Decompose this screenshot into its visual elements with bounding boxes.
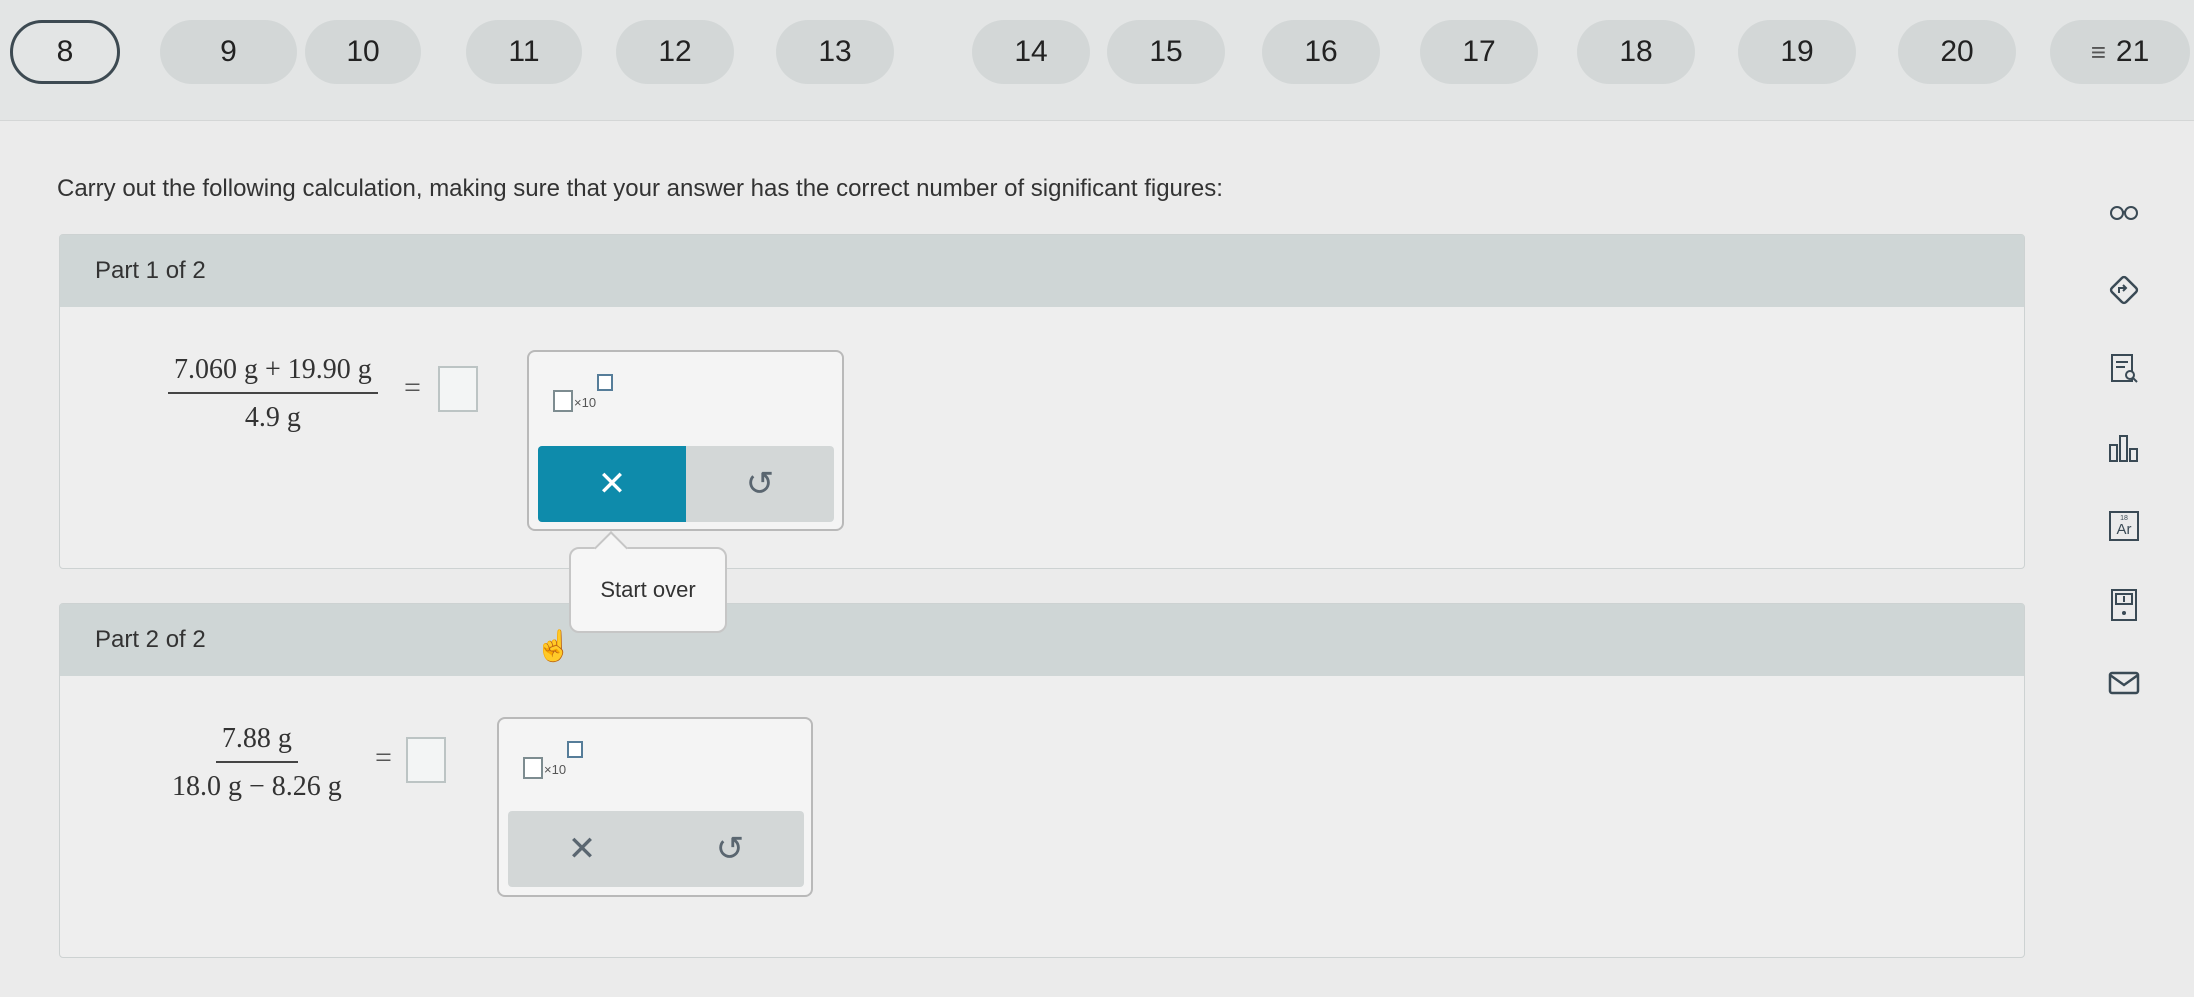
coefficient-box [553, 390, 573, 412]
fraction-denominator: 4.9 g [244, 402, 301, 433]
question-number: 11 [508, 35, 540, 68]
tooltip-text: Start over [600, 577, 696, 602]
fraction-denominator: 18.0 g − 8.26 g [172, 771, 342, 802]
question-number: 13 [818, 35, 852, 68]
part-2-answer-widget: ×10 ✕ ↺ [497, 717, 813, 897]
question-number: 10 [346, 35, 380, 68]
start-over-button[interactable]: ✕ [538, 446, 686, 522]
part-2-fraction: 7.88 g 18.0 g − 8.26 g [172, 723, 342, 803]
part-1-answer-input[interactable] [438, 366, 478, 412]
question-number: 17 [1462, 35, 1496, 68]
part-title: Part 2 of 2 [95, 626, 206, 653]
question-prompt: Carry out the following calculation, mak… [57, 175, 1223, 202]
exponent-box [597, 374, 614, 391]
equals-sign: = [404, 371, 421, 404]
question-15-button[interactable]: 15 [1107, 20, 1225, 84]
question-12-button[interactable]: 12 [616, 20, 734, 84]
sci-notation-button[interactable]: ×10 [553, 374, 614, 412]
fraction-numerator: 7.060 g + 19.90 g [168, 354, 378, 394]
coefficient-box [523, 757, 543, 779]
question-20-button[interactable]: 20 [1898, 20, 2016, 84]
question-number: 20 [1940, 35, 1974, 68]
periodic-element-icon[interactable]: 18 Ar [2105, 507, 2143, 545]
question-menu-button[interactable]: ≡ 21 [2050, 20, 2190, 84]
part-2-widget-buttons: ✕ ↺ [508, 811, 804, 887]
notes-search-icon[interactable] [2105, 350, 2143, 388]
part-1-fraction: 7.060 g + 19.90 g 4.9 g [168, 354, 378, 434]
question-number: 14 [1014, 35, 1048, 68]
fraction-numerator: 7.88 g [215, 723, 298, 763]
element-symbol: Ar [2116, 521, 2132, 538]
undo-icon: ↺ [745, 465, 775, 503]
question-11-button[interactable]: 11 [466, 20, 582, 84]
question-number: 21 [2115, 35, 2150, 68]
menu-lines-icon: ≡ [2090, 36, 2106, 67]
question-number: 16 [1304, 35, 1338, 68]
compass-arrow-icon[interactable] [2105, 271, 2143, 309]
question-17-button[interactable]: 17 [1420, 20, 1538, 84]
undo-icon: ↺ [715, 830, 745, 868]
question-16-button[interactable]: 16 [1262, 20, 1380, 84]
question-number: 18 [1619, 35, 1653, 68]
undo-button[interactable]: ↺ [686, 446, 834, 522]
calculator-icon[interactable] [2105, 586, 2143, 624]
equals-sign: = [375, 741, 392, 774]
undo-button[interactable]: ↺ [656, 811, 804, 887]
question-19-button[interactable]: 19 [1738, 20, 1856, 84]
start-over-tooltip: Start over [569, 531, 727, 633]
question-number: 8 [56, 35, 74, 68]
part-1-header: Part 1 of 2 [60, 235, 2024, 307]
question-nav-bar: 8 9 10 11 12 13 14 15 16 17 18 19 20 ≡ 2… [0, 0, 2194, 121]
times-ten-label: ×10 [544, 762, 567, 777]
exponent-box [567, 741, 584, 758]
glasses-icon[interactable] [2105, 193, 2143, 231]
question-10-button[interactable]: 10 [305, 20, 421, 84]
question-13-button[interactable]: 13 [776, 20, 894, 84]
close-x-icon: ✕ [567, 830, 597, 868]
close-x-icon: ✕ [597, 465, 627, 503]
part-1-answer-widget: ×10 ✕ ↺ [527, 350, 844, 531]
sci-notation-button[interactable]: ×10 [523, 741, 584, 779]
part-2-header: Part 2 of 2 [60, 604, 2024, 676]
question-18-button[interactable]: 18 [1577, 20, 1695, 84]
question-number: 9 [220, 35, 237, 68]
question-number: 12 [658, 35, 692, 68]
question-number: 19 [1780, 35, 1814, 68]
start-over-button[interactable]: ✕ [508, 811, 656, 887]
hand-cursor-icon: ☝ [535, 630, 573, 663]
question-number: 15 [1149, 35, 1183, 68]
part-2-panel: Part 2 of 2 [59, 603, 2025, 958]
question-9-button[interactable]: 9 [160, 20, 297, 84]
question-8-button[interactable]: 8 [10, 20, 120, 84]
part-title: Part 1 of 2 [95, 257, 206, 284]
question-14-button[interactable]: 14 [972, 20, 1090, 84]
mail-icon[interactable] [2105, 664, 2143, 702]
times-ten-label: ×10 [574, 395, 597, 410]
bar-chart-icon[interactable] [2105, 429, 2143, 467]
part-1-widget-buttons: ✕ ↺ [538, 446, 834, 522]
main-content: Carry out the following calculation, mak… [0, 121, 2194, 997]
part-2-answer-input[interactable] [406, 737, 446, 783]
